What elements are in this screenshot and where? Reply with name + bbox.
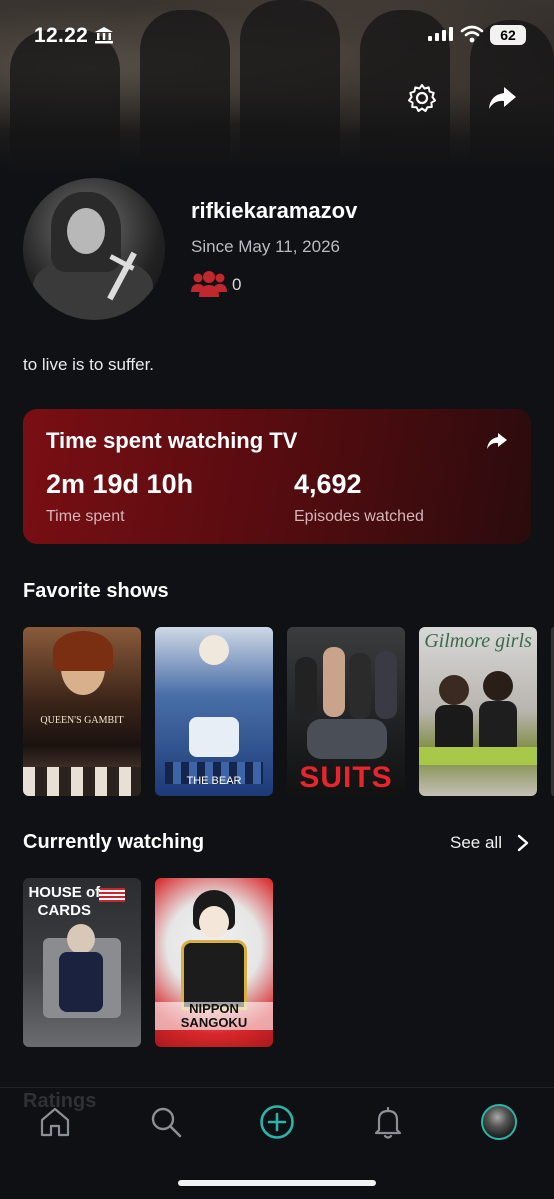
poster-title: HOUSE of CARDS	[28, 884, 101, 919]
favorite-show-poster[interactable]: QUEEN'S GAMBIT	[23, 627, 141, 796]
poster-title: Gilmore girls	[424, 630, 532, 652]
profile-bio: to live is to suffer.	[23, 355, 155, 374]
time-spent-value: 2m 19d 10h	[46, 469, 194, 499]
home-indicator	[178, 1180, 376, 1186]
see-all-link[interactable]: See all	[450, 833, 502, 853]
followers-count[interactable]: 0	[232, 275, 241, 295]
favorite-show-poster[interactable]: THE BEAR	[155, 627, 273, 796]
profile-since-date: Since May 11, 2026	[191, 237, 340, 256]
profile-avatar[interactable]	[481, 1104, 517, 1140]
add-circle-icon[interactable]	[259, 1104, 295, 1140]
poster-title: QUEEN'S GAMBIT	[40, 715, 124, 726]
stats-card-title: Time spent watching TV	[46, 428, 298, 453]
battery-indicator: 62	[490, 25, 526, 45]
bank-icon	[95, 27, 113, 44]
settings-gear-icon[interactable]	[406, 82, 438, 114]
favorite-show-poster[interactable]: SUITS	[287, 627, 405, 796]
episodes-watched-label: Episodes watched	[294, 508, 424, 525]
search-icon[interactable]	[148, 1104, 184, 1140]
currently-watching-poster[interactable]: HOUSE of CARDS	[23, 878, 141, 1047]
poster-title: SUITS	[299, 761, 393, 794]
tv-time-stats-card[interactable]: Time spent watching TV 2m 19d 10h Time s…	[23, 409, 531, 544]
followers-icon[interactable]	[190, 270, 228, 298]
status-time: 12.22	[34, 24, 89, 47]
currently-watching-poster[interactable]: NIPPON SANGOKU	[155, 878, 273, 1047]
favorite-show-poster[interactable]: Gilmore girls	[419, 627, 537, 796]
chevron-right-icon[interactable]	[516, 834, 530, 852]
favorite-shows-heading: Favorite shows	[23, 580, 169, 602]
signal-icon	[428, 27, 453, 41]
bell-icon[interactable]	[370, 1104, 406, 1140]
episodes-watched-value: 4,692	[294, 469, 362, 499]
share-icon[interactable]	[485, 431, 509, 451]
profile-avatar-large[interactable]	[23, 178, 165, 320]
poster-title: THE BEAR	[186, 775, 242, 787]
time-spent-label: Time spent	[46, 508, 125, 525]
share-icon[interactable]	[486, 84, 518, 112]
wifi-icon	[460, 25, 484, 43]
poster-title: NIPPON SANGOKU	[155, 1002, 273, 1030]
status-bar: 12.22 62	[0, 0, 554, 70]
home-icon[interactable]	[37, 1104, 73, 1140]
profile-username: rifkiekaramazov	[191, 198, 358, 223]
currently-watching-heading: Currently watching	[23, 831, 205, 853]
